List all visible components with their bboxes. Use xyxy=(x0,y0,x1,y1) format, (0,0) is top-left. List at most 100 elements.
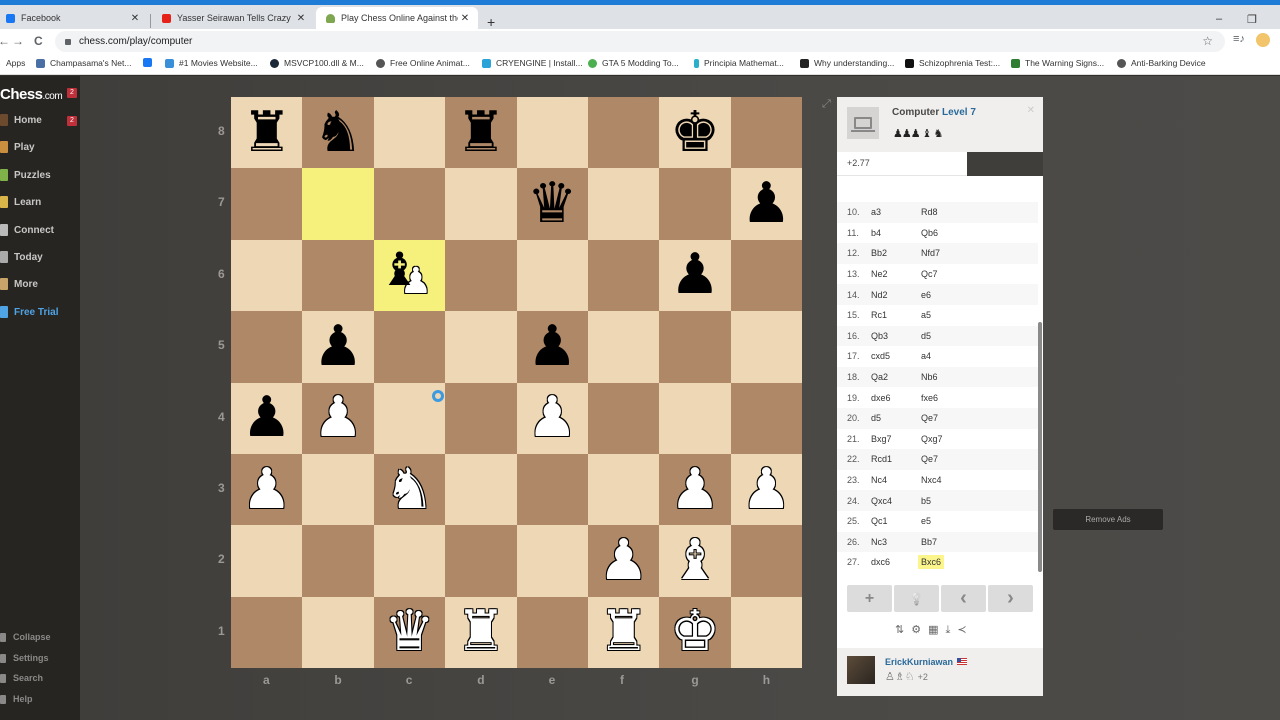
scrollbar-thumb[interactable] xyxy=(1038,322,1042,572)
square-a3[interactable]: ♟ xyxy=(231,453,303,526)
close-icon[interactable]: ✕ xyxy=(1027,105,1035,116)
square-d3[interactable] xyxy=(445,453,517,526)
black-move[interactable]: Qe7 xyxy=(918,411,941,425)
white-pawn[interactable]: ♟ xyxy=(527,390,577,446)
square-f8[interactable] xyxy=(587,97,660,169)
square-d8[interactable]: ♜ xyxy=(445,97,517,169)
square-e8[interactable] xyxy=(516,97,588,169)
square-f6[interactable] xyxy=(587,239,660,312)
square-c6[interactable]: ♟ ♝ xyxy=(373,239,446,312)
square-b1[interactable] xyxy=(302,596,374,668)
sidebar-item-learn[interactable]: Learn xyxy=(0,196,41,208)
back-button[interactable]: ← xyxy=(0,34,10,48)
square-g8[interactable]: ♚ xyxy=(659,97,731,169)
black-move[interactable]: Nfd7 xyxy=(918,246,943,260)
square-e7[interactable]: ♛ xyxy=(516,168,588,240)
black-pawn[interactable]: ♟ xyxy=(670,247,720,303)
square-d7[interactable] xyxy=(445,168,517,240)
square-a5[interactable] xyxy=(231,311,303,383)
square-g6[interactable]: ♟ xyxy=(659,239,731,312)
close-tab-icon[interactable]: ✕ xyxy=(294,13,308,24)
white-move[interactable]: Nc4 xyxy=(871,475,921,485)
chess-com-logo[interactable]: Chess.com xyxy=(0,86,63,103)
expand-icon[interactable]: ⤢ xyxy=(822,98,831,111)
square-b8[interactable]: ♞ xyxy=(302,97,374,169)
square-a7[interactable] xyxy=(231,168,303,240)
square-f7[interactable] xyxy=(587,168,660,240)
square-c8[interactable] xyxy=(373,97,446,169)
square-d5[interactable] xyxy=(445,311,517,383)
black-move[interactable]: Nxc4 xyxy=(918,473,945,487)
tab-youtube[interactable]: Yasser Seirawan Tells Crazy Bobb ✕ xyxy=(152,7,314,29)
url-input[interactable]: chess.com/play/computer ☆ xyxy=(55,31,1225,52)
bookmark-item[interactable]: Free Online Animat... xyxy=(376,58,470,68)
white-move[interactable]: b4 xyxy=(871,228,921,238)
white-pawn[interactable]: ♟ xyxy=(741,461,791,518)
square-c2[interactable] xyxy=(373,525,446,597)
square-f3[interactable] xyxy=(587,453,660,526)
black-move[interactable]: b5 xyxy=(918,494,934,508)
bookmark-apps[interactable]: Apps xyxy=(6,58,25,68)
square-d2[interactable] xyxy=(445,525,517,597)
minimize-button[interactable]: – xyxy=(1216,13,1222,25)
player-name[interactable]: ErickKurniawan xyxy=(885,657,953,667)
reload-button[interactable]: C xyxy=(34,34,43,48)
white-move[interactable]: Qb3 xyxy=(871,331,921,341)
sidebar-item-today[interactable]: Today xyxy=(0,251,43,263)
hint-button[interactable]: 💡 xyxy=(894,585,939,612)
sidebar-item-connect[interactable]: Connect xyxy=(0,224,54,236)
black-move[interactable]: Rd8 xyxy=(918,205,941,219)
bookmark-item[interactable]: MSVCP100.dll & M... xyxy=(270,58,364,68)
white-queen[interactable]: ♛ xyxy=(384,604,434,660)
black-move[interactable]: Qe7 xyxy=(918,452,941,466)
tab-facebook[interactable]: Facebook ✕ xyxy=(0,7,148,29)
player-avatar[interactable] xyxy=(847,656,875,684)
black-pawn[interactable]: ♟ xyxy=(313,318,363,375)
black-move[interactable]: Qb6 xyxy=(918,226,941,240)
white-bishop[interactable]: ♝ xyxy=(670,532,720,589)
square-a2[interactable] xyxy=(231,525,303,597)
tab-chess[interactable]: Play Chess Online Against the Co ✕ xyxy=(316,7,478,29)
white-move[interactable]: Rc1 xyxy=(871,310,921,320)
sidebar-help[interactable]: Help xyxy=(0,694,33,704)
white-move[interactable]: Qc1 xyxy=(871,516,921,526)
bookmark-item[interactable]: #1 Movies Website... xyxy=(165,58,258,68)
sidebar-settings[interactable]: Settings xyxy=(0,653,49,663)
square-h8[interactable] xyxy=(730,97,802,169)
white-pawn[interactable]: ♟ xyxy=(670,461,720,518)
reading-list-icon[interactable]: ≡♪ xyxy=(1233,33,1245,45)
white-move[interactable]: Bb2 xyxy=(871,248,921,258)
chess-board[interactable]: ♜ ♞ ♜ ♚ ♛ ♟ ♟ ♝ ♟ ♟ ♟ ♟ ♟ ♟ ♟ ♞ ♟ ♟ ♟ ♝ ♛ ♜ ♜ ♚ xyxy=(231,97,802,668)
black-pawn[interactable]: ♟ xyxy=(242,390,292,446)
square-h6[interactable] xyxy=(730,239,802,312)
square-e6[interactable] xyxy=(516,239,588,312)
sidebar-search[interactable]: Search xyxy=(0,673,43,683)
black-rook[interactable]: ♜ xyxy=(456,104,506,161)
white-move[interactable]: Bxg7 xyxy=(871,434,921,444)
white-knight[interactable]: ♞ xyxy=(384,461,434,518)
square-f4[interactable] xyxy=(587,382,660,454)
bookmark-star-icon[interactable]: ☆ xyxy=(1202,34,1213,48)
square-e2[interactable] xyxy=(516,525,588,597)
square-g4[interactable] xyxy=(659,382,731,454)
bookmark-item[interactable]: Anti-Barking Device xyxy=(1117,58,1206,68)
square-f1[interactable]: ♜ xyxy=(587,596,660,668)
square-c7[interactable] xyxy=(373,168,446,240)
square-d1[interactable]: ♜ xyxy=(445,596,517,668)
square-b7[interactable] xyxy=(302,168,374,240)
black-move[interactable]: d5 xyxy=(918,329,934,343)
white-move[interactable]: cxd5 xyxy=(871,351,921,361)
sidebar-item-free-trial[interactable]: Free Trial xyxy=(0,306,58,318)
square-a1[interactable] xyxy=(231,596,303,668)
analysis-icon[interactable]: ▦ xyxy=(928,623,938,637)
white-pawn[interactable]: ♟ xyxy=(313,390,363,446)
square-b5[interactable]: ♟ xyxy=(302,311,374,383)
next-move-button[interactable]: › xyxy=(988,585,1033,612)
black-move[interactable]: fxe6 xyxy=(918,391,941,405)
square-b3[interactable] xyxy=(302,453,374,526)
square-e5[interactable]: ♟ xyxy=(516,311,588,383)
square-g5[interactable] xyxy=(659,311,731,383)
new-game-button[interactable]: + xyxy=(847,585,892,612)
square-f5[interactable] xyxy=(587,311,660,383)
white-rook[interactable]: ♜ xyxy=(456,604,506,660)
